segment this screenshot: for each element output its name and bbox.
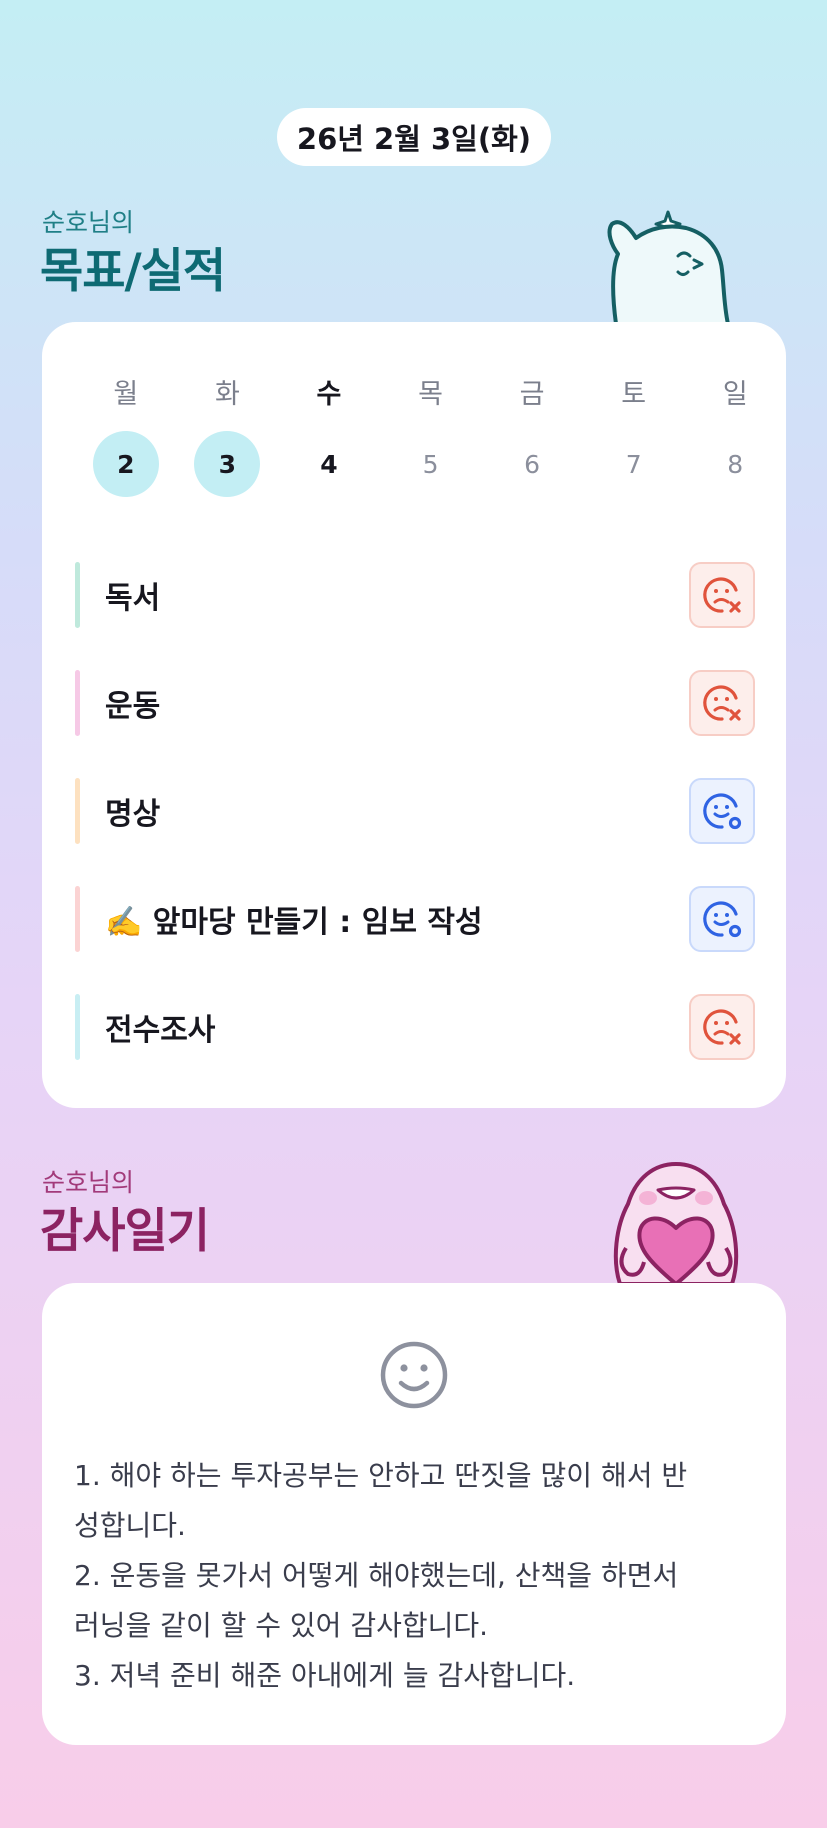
weekday-label: 화 [214,379,240,410]
gratitude-line: 2. 운동을 못가서 어떻게 해야했는데, 산책을 하면서 [74,1559,679,1592]
sad-face-x-icon [703,685,741,721]
gratitude-section-title: 감사일기 [40,1204,210,1259]
goals-card: 월 2 화 3 수 4 목 5 금 6 토 7 일 8 독서 운동 명상 ✍️ … [42,322,786,1108]
weekday-label: 금 [519,379,545,410]
sad-face-x-icon [703,1009,741,1045]
weekday-label: 월 [113,379,139,410]
goal-status-fail-button[interactable] [689,562,755,628]
weekday-label: 토 [621,379,647,410]
week-strip: 월 2 화 3 수 4 목 5 금 6 토 7 일 8 [42,372,786,497]
day-number: 7 [625,449,642,479]
goal-color-bar [75,994,80,1060]
goal-label: 명상 [105,797,161,832]
goal-color-bar [75,562,80,628]
gratitude-line: 러닝을 같이 할 수 있어 감사합니다. [74,1609,489,1642]
goal-label: 전수조사 [105,1013,216,1048]
goal-item[interactable]: 독서 [75,542,755,650]
week-day-wed[interactable]: 수 4 [278,372,380,497]
goal-status-success-button[interactable] [689,778,755,844]
goal-item[interactable]: 명상 [75,758,755,866]
date-badge[interactable]: 26년 2월 3일(화) [277,108,551,166]
goal-status-success-button[interactable] [689,886,755,952]
gratitude-card: 1. 해야 하는 투자공부는 안하고 딴짓을 많이 해서 반 성합니다. 2. … [42,1283,786,1745]
goal-list: 독서 운동 명상 ✍️ 앞마당 만들기: 임보 작성 전수조사 [75,542,755,1082]
goal-status-fail-button[interactable] [689,670,755,736]
goal-label: 독서 [105,581,161,616]
goal-status-fail-button[interactable] [689,994,755,1060]
day-number: 4 [320,449,338,479]
goal-color-bar [75,670,80,736]
week-day-mon[interactable]: 월 2 [75,372,177,497]
smile-face-check-icon [703,901,742,938]
gratitude-line: 성합니다. [74,1509,186,1542]
week-day-thu[interactable]: 목 5 [380,372,482,497]
day-number: 2 [92,431,159,497]
goals-section-title: 목표/실적 [40,244,226,299]
goal-item[interactable]: 운동 [75,650,755,758]
goal-item[interactable]: ✍️ 앞마당 만들기 : 임보 작성 [75,866,755,974]
day-number: 6 [524,449,541,479]
day-number: 3 [194,431,261,497]
week-day-sat[interactable]: 토 7 [583,372,685,497]
goal-label: 운동 [105,689,161,724]
goal-color-bar [75,778,80,844]
sad-face-x-icon [703,577,741,613]
goal-label: ✍️ 앞마당 만들기 : 임보 작성 [105,905,483,940]
week-day-fri[interactable]: 금 6 [481,372,583,497]
gratitude-entry-text[interactable]: 1. 해야 하는 투자공부는 안하고 딴짓을 많이 해서 반 성합니다. 2. … [74,1451,764,1701]
weekday-label: 수 [316,379,342,410]
goal-color-bar [75,886,80,952]
waving-ghost-mascot-icon [607,210,730,324]
smile-face-check-icon [703,793,742,830]
gratitude-line: 1. 해야 하는 투자공부는 안하고 딴짓을 많이 해서 반 [74,1459,688,1492]
week-day-sun[interactable]: 일 8 [684,372,786,497]
goal-item[interactable]: 전수조사 [75,974,755,1082]
weekday-label: 일 [722,379,748,410]
weekday-label: 목 [418,379,443,410]
week-day-tue[interactable]: 화 3 [177,372,279,497]
heart-hugging-mascot-icon [613,1162,739,1284]
day-number: 5 [422,449,439,479]
smile-face-icon [380,1341,448,1409]
gratitude-line: 3. 저녁 준비 해준 아내에게 늘 감사합니다. [74,1659,576,1692]
day-number: 8 [727,449,744,479]
